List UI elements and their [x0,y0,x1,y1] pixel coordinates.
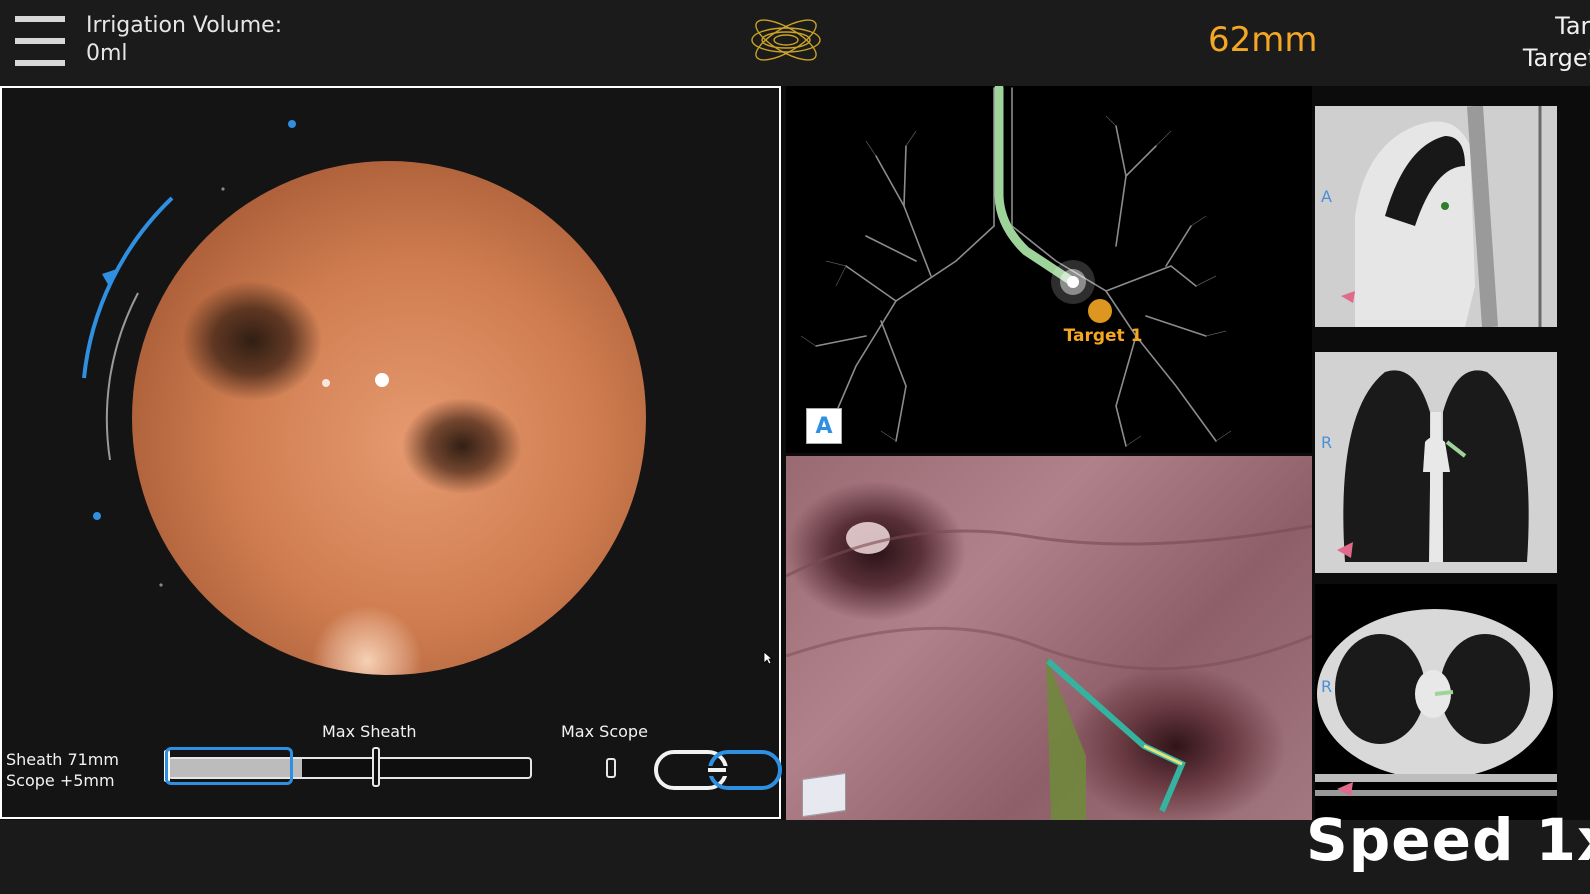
orientation-arrow-icon [102,268,120,288]
ct-coronal-view[interactable]: R L [1315,352,1557,573]
sheath-slider-handle[interactable] [165,747,293,785]
target-info-line1: Targe [1555,12,1590,40]
top-bar: Irrigation Volume: 0ml 62mm Targe Target… [0,0,1590,86]
ct-left-label: R [1321,677,1332,696]
ct-axial-view[interactable]: R L [1315,584,1557,820]
target-marker [1088,299,1112,323]
orientation-dot [93,512,101,520]
max-sheath-label: Max Sheath [322,722,417,741]
target-info-line2: Target 1 [1522,44,1590,72]
scope-offset: Scope +5mm [6,771,115,790]
view-button-label: A [815,413,833,439]
playback-speed[interactable]: Speed 1x [1306,806,1590,874]
virtual-bronchoscopy-view [786,456,1312,820]
max-scope-marker [606,758,616,778]
mouse-cursor-icon [763,651,773,665]
endoscope-video [132,161,646,675]
irrigation-volume-label: Irrigation Volume: [86,13,283,38]
specular-highlight [375,373,389,387]
scope-tip-marker [1067,276,1079,288]
airway-tree: Target 1 [800,83,1232,447]
sheath-scope-readout: Sheath 71mm Scope +5mm [6,749,119,791]
ct-left-label: A [1321,187,1332,206]
endoscope-camera-panel: Sheath 71mm Scope +5mm Max Sheath Max Sc… [0,86,782,819]
specular-highlight [322,379,330,387]
anterior-view-button[interactable]: A [806,408,842,444]
hamburger-menu-icon[interactable] [15,14,65,68]
max-scope-label: Max Scope [561,722,648,741]
airway-map-panel: Target 1 A [786,83,1312,453]
max-sheath-marker [372,747,380,787]
orientation-cube-icon[interactable] [802,772,846,818]
logo-icon [751,19,821,61]
target-label: Target 1 [1064,326,1143,346]
ct-left-label: R [1321,433,1332,452]
navigation-path [994,83,1078,287]
target-info: Targe Target 1 [1500,10,1590,74]
irrigation-volume-value: 0ml [86,41,128,66]
irrigation-volume: Irrigation Volume: 0ml [86,12,282,68]
link-sheath-scope-button[interactable] [654,748,782,794]
orientation-dot [288,120,296,128]
distance-to-target: 62mm [1208,20,1318,60]
sheath-length: Sheath 71mm [6,750,119,769]
ct-sagittal-view[interactable]: A P [1315,106,1557,327]
